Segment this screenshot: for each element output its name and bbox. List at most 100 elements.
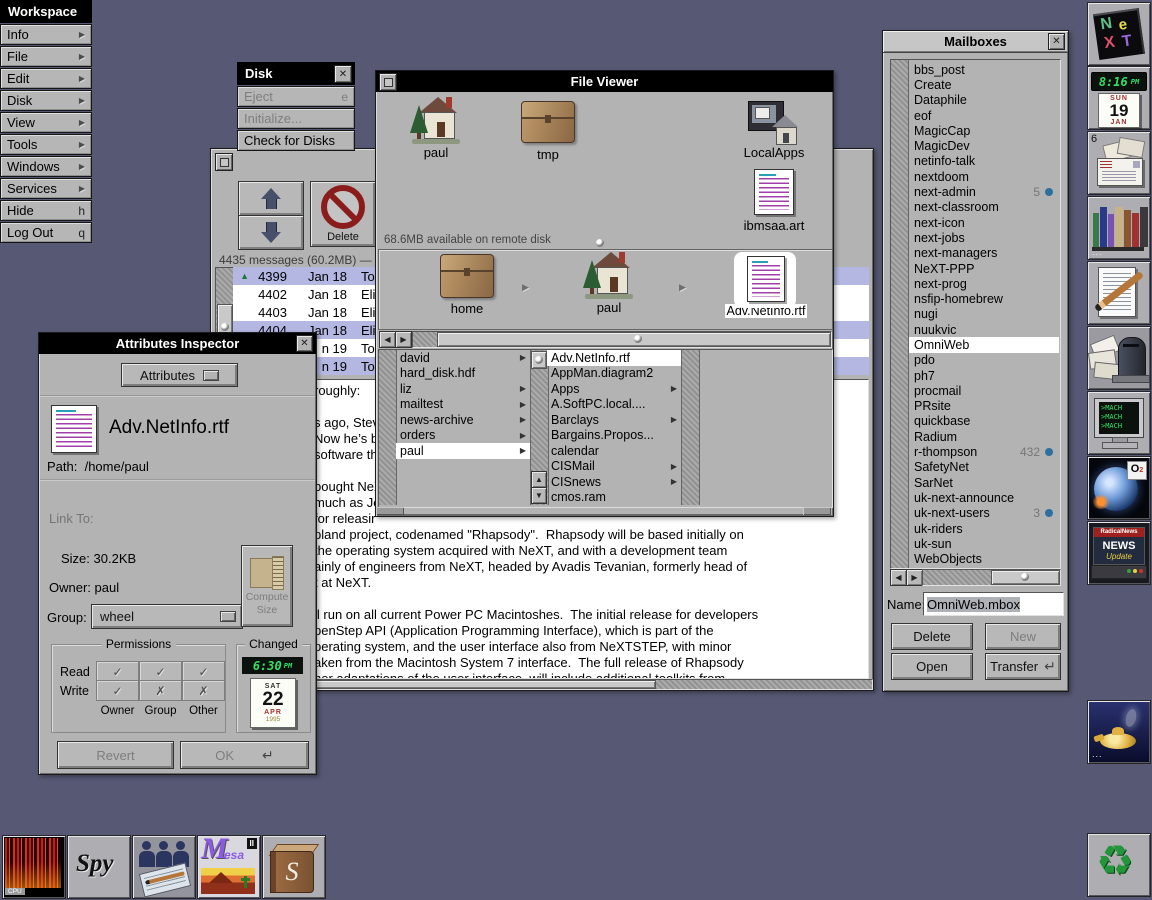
delete-message-button[interactable]: Delete [310,181,376,247]
file-row[interactable]: orders ▶ [396,428,530,444]
mailbox-row[interactable]: MagicDev [909,138,1059,153]
menu-item[interactable]: Edit ▶ [0,68,92,89]
mailbox-row[interactable]: MagicCap [909,123,1059,138]
mailbox-horizontal-scrollbar[interactable]: ◀ ▶ [890,569,1061,586]
mailbox-row[interactable]: Create [909,77,1059,92]
menu-item[interactable]: Windows ▶ [0,156,92,177]
miniaturize-icon[interactable] [379,73,397,91]
mailbox-row[interactable]: pdo [909,353,1059,368]
mailbox-row[interactable]: next-admin 5 [909,184,1059,199]
dock-tile-meeting[interactable] [132,835,196,899]
menu-item[interactable]: File ▶ [0,46,92,67]
file-row[interactable]: calendar ▶ [547,443,681,459]
menu-item[interactable]: View ▶ [0,112,92,133]
mailbox-row[interactable]: next-icon [909,215,1059,230]
mailbox-row[interactable]: Radium [909,429,1059,444]
mailbox-row[interactable]: SarNet [909,475,1059,490]
menu-item[interactable]: Hide ▶ h [0,200,92,221]
dock-tile-recycler[interactable]: ♻ [1087,833,1151,897]
mailbox-row[interactable]: netinfo-talk [909,154,1059,169]
mailbox-row[interactable]: quickbase [909,414,1059,429]
mailbox-row[interactable]: uk-sun [909,536,1059,551]
dock-tile-newsflash[interactable]: RadicalNews NEWS Update [1087,521,1151,585]
shelf-resize-dimple[interactable] [596,239,604,247]
mailbox-row[interactable]: OmniWeb [909,337,1059,353]
file-row[interactable]: AppMan.diagram2 ▶ [547,366,681,382]
dock-tile-clock[interactable]: 8:16 PM SUN 19 JAN [1087,66,1151,130]
resize-bar[interactable] [376,507,831,515]
scroll-left-icon[interactable]: ◀ [379,331,396,348]
mailbox-row[interactable]: nextdoom [909,169,1059,184]
menu-item[interactable]: Services ▶ [0,178,92,199]
write-other-checkbox[interactable]: ✗ [182,680,225,701]
dock-tile-lamp[interactable]: ... [1087,700,1151,764]
next-message-button[interactable] [238,215,304,250]
file-row[interactable]: cmos.ram ▶ [547,490,681,506]
mailbox-name-field[interactable]: OmniWeb.mbox [923,592,1064,616]
mailbox-row[interactable]: PRsite [909,399,1059,414]
write-owner-checkbox[interactable]: ✓ [96,680,139,701]
mailbox-row[interactable]: uk-riders [909,521,1059,536]
mailbox-row[interactable]: ph7 [909,368,1059,383]
dock-tile-cpu-monitor[interactable]: CPU [2,835,66,899]
delete-mailbox-button[interactable]: Delete [891,623,973,650]
mailbox-list-scrollbar[interactable] [891,60,909,568]
read-owner-checkbox[interactable]: ✓ [96,661,139,682]
menu-item[interactable]: Check for Disks [237,130,355,151]
mailbox-row[interactable]: procmail [909,383,1059,398]
path-item-paul[interactable]: paul [569,252,649,315]
shelf-item-localapps[interactable]: LocalApps [736,97,812,160]
shelf-item-tmp[interactable]: tmp [513,101,583,162]
close-icon[interactable]: ✕ [1048,33,1065,50]
mailbox-row[interactable]: bbs_post [909,62,1059,77]
dock-tile-mail[interactable]: 6 [1087,131,1151,195]
close-icon[interactable]: ✕ [334,65,352,83]
dock-tile-next-logo[interactable]: N e X T [1087,2,1151,66]
scroll-down-icon[interactable]: ▼ [531,487,547,504]
transfer-button[interactable]: Transfer ↵ [985,653,1061,680]
dock-tile-postbox[interactable] [1087,326,1151,390]
mailbox-row[interactable]: next-classroom [909,200,1059,215]
mailbox-row[interactable]: Dataphile [909,93,1059,108]
mailbox-row[interactable]: next-managers [909,246,1059,261]
file-row[interactable]: Apps ▶ [547,381,681,397]
dock-tile-terminal[interactable]: >MACH >MACH >MACH [1087,391,1151,455]
read-group-checkbox[interactable]: ✓ [139,661,182,682]
path-item-home[interactable]: home [427,254,507,316]
compute-size-button[interactable]: Compute Size [241,545,293,627]
new-mailbox-button[interactable]: New [985,623,1061,650]
scroll-right-icon[interactable]: ▶ [906,569,923,586]
scroll-left-icon[interactable]: ◀ [890,569,907,586]
file-row[interactable]: Bargains.Propos... ▶ [547,428,681,444]
mailbox-row[interactable]: nugi [909,307,1059,322]
mailbox-row[interactable]: uk-next-announce [909,490,1059,505]
scroll-right-icon[interactable]: ▶ [395,331,412,348]
previous-message-button[interactable] [238,181,304,216]
miniaturize-icon[interactable] [215,153,233,171]
dock-tile-spy[interactable]: Spy [67,835,131,899]
menu-item[interactable]: Tools ▶ [0,134,92,155]
column1-scrollbar[interactable] [379,350,397,505]
shelf-item-paul[interactable]: paul [401,97,471,160]
browser-horizontal-scrollbar[interactable]: ◀ ▶ [378,330,832,348]
path-item-selected-file[interactable]: Adv.NetInfo.rtf [711,252,821,320]
write-group-checkbox[interactable]: ✗ [139,680,182,701]
file-row[interactable]: liz ▶ [396,381,530,397]
mailbox-row[interactable]: uk-next-users 3 [909,506,1059,521]
scroll-up-icon[interactable]: ▲ [531,471,547,488]
file-row[interactable]: CISMail ▶ [547,459,681,475]
file-row[interactable]: Adv.NetInfo.rtf ▶ [547,350,681,366]
mailbox-row[interactable]: WebObjects [909,552,1059,567]
menu-item[interactable]: Disk ▶ [0,90,92,111]
file-row[interactable]: news-archive ▶ [396,412,530,428]
file-row[interactable]: paul ▶ [396,443,530,459]
dock-tile-omniweb[interactable]: O2 [1087,456,1151,520]
dock-tile-librarian[interactable]: ... [1087,196,1151,260]
file-row[interactable]: Barclays ▶ [547,412,681,428]
ok-button[interactable]: OK ↵ [180,741,309,769]
mailbox-row[interactable]: next-jobs [909,230,1059,245]
mailbox-row[interactable]: nuukvic [909,322,1059,337]
dock-tile-s-book[interactable]: S [262,835,326,899]
inspector-mode-popup[interactable]: Attributes [121,363,238,387]
read-other-checkbox[interactable]: ✓ [182,661,225,682]
